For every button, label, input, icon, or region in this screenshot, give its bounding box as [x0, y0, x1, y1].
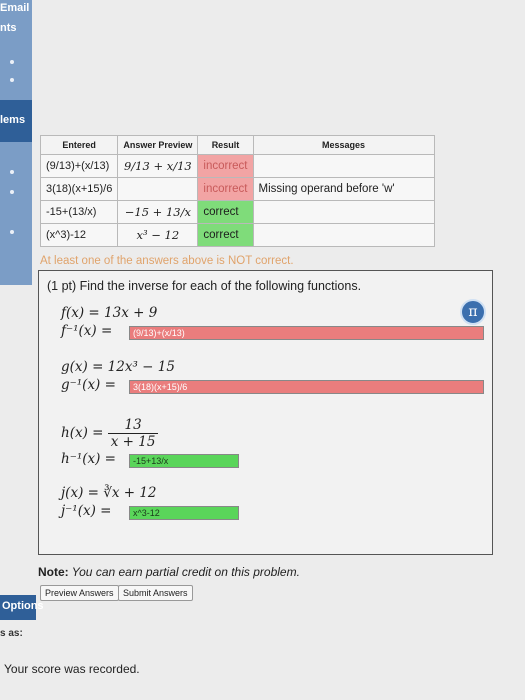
- note-text: You can earn partial credit on this prob…: [68, 565, 300, 579]
- message-cell: Missing operand before 'w': [252, 177, 435, 201]
- function-g-inverse-label: g⁻¹(x) =: [61, 377, 116, 393]
- sidebar: Email nts lems: [0, 0, 32, 285]
- answer-input-g-inverse[interactable]: 3(18)(x+15)/6: [129, 380, 484, 394]
- bullet-icon: [10, 230, 14, 234]
- options-sublabel: s as:: [0, 628, 23, 639]
- sidebar-item-problems[interactable]: lems: [0, 114, 32, 126]
- answer-input-j-inverse[interactable]: x^3-12: [129, 506, 239, 520]
- function-h-definition: h(x) = 13 x + 15: [61, 417, 159, 450]
- header-answer-preview: Answer Preview: [117, 135, 199, 155]
- result-cell: correct: [197, 223, 254, 247]
- function-h-prefix: h(x) =: [61, 425, 104, 441]
- pi-icon[interactable]: π: [460, 299, 486, 325]
- function-h-inverse-label: h⁻¹(x) =: [61, 451, 116, 467]
- entered-cell: (9/13)+(x/13): [39, 154, 119, 178]
- entered-cell: 3(18)(x+15)/6: [39, 177, 119, 201]
- incorrect-warning: At least one of the answers above is NOT…: [40, 255, 294, 267]
- submit-answers-button[interactable]: Submit Answers: [118, 585, 193, 601]
- function-h-denominator: x + 15: [110, 434, 156, 450]
- function-f-inverse-label: f⁻¹(x) =: [61, 323, 113, 339]
- results-table: Entered Answer Preview Result Messages (…: [39, 135, 435, 247]
- note-label: Note:: [38, 565, 69, 579]
- answer-input-h-inverse[interactable]: -15+13/x: [129, 454, 239, 468]
- table-row: (9/13)+(x/13) 9/13 + x/13 incorrect: [39, 154, 435, 178]
- function-h-fraction: 13 x + 15: [107, 417, 159, 450]
- table-row: (x^3)-12 x³ − 12 correct: [39, 223, 435, 247]
- message-cell: [252, 154, 435, 178]
- result-cell: incorrect: [197, 154, 254, 178]
- function-j-inverse-label: j⁻¹(x) =: [61, 503, 112, 519]
- bullet-icon: [10, 170, 14, 174]
- problem-box: (1 pt) Find the inverse for each of the …: [38, 270, 493, 555]
- header-result: Result: [197, 135, 254, 155]
- entered-cell: (x^3)-12: [39, 223, 119, 247]
- partial-credit-note: Note: You can earn partial credit on thi…: [38, 565, 300, 579]
- table-row: 3(18)(x+15)/6 incorrect Missing operand …: [39, 177, 435, 201]
- options-header[interactable]: Options: [0, 595, 44, 620]
- function-f-definition: f(x) = 13x + 9: [61, 305, 158, 321]
- function-h-numerator: 13: [107, 417, 159, 434]
- preview-cell: [117, 177, 199, 201]
- function-g-definition: g(x) = 12x³ − 15: [61, 359, 175, 375]
- function-j-definition: j(x) = ∛x + 12: [61, 485, 157, 501]
- preview-cell: 9/13 + x/13: [117, 154, 199, 178]
- bullet-icon: [10, 78, 14, 82]
- header-entered: Entered: [39, 135, 119, 155]
- problem-prompt: (1 pt) Find the inverse for each of the …: [47, 279, 362, 293]
- entered-cell: -15+(13/x): [39, 200, 119, 224]
- header-messages: Messages: [252, 135, 435, 155]
- message-cell: [252, 223, 435, 247]
- sidebar-item-email[interactable]: Email: [0, 2, 32, 14]
- preview-cell: x³ − 12: [117, 223, 199, 247]
- preview-cell: −15 + 13/x: [117, 200, 199, 224]
- answer-input-f-inverse[interactable]: (9/13)+(x/13): [129, 326, 484, 340]
- message-cell: [252, 200, 435, 224]
- results-header-row: Entered Answer Preview Result Messages: [39, 135, 435, 155]
- score-recorded-text: Your score was recorded.: [4, 662, 140, 676]
- result-cell: incorrect: [197, 177, 254, 201]
- result-cell: correct: [197, 200, 254, 224]
- table-row: -15+(13/x) −15 + 13/x correct: [39, 200, 435, 224]
- preview-answers-button[interactable]: Preview Answers: [40, 585, 119, 601]
- bullet-icon: [10, 60, 14, 64]
- bullet-icon: [10, 190, 14, 194]
- sidebar-item-nts[interactable]: nts: [0, 22, 32, 34]
